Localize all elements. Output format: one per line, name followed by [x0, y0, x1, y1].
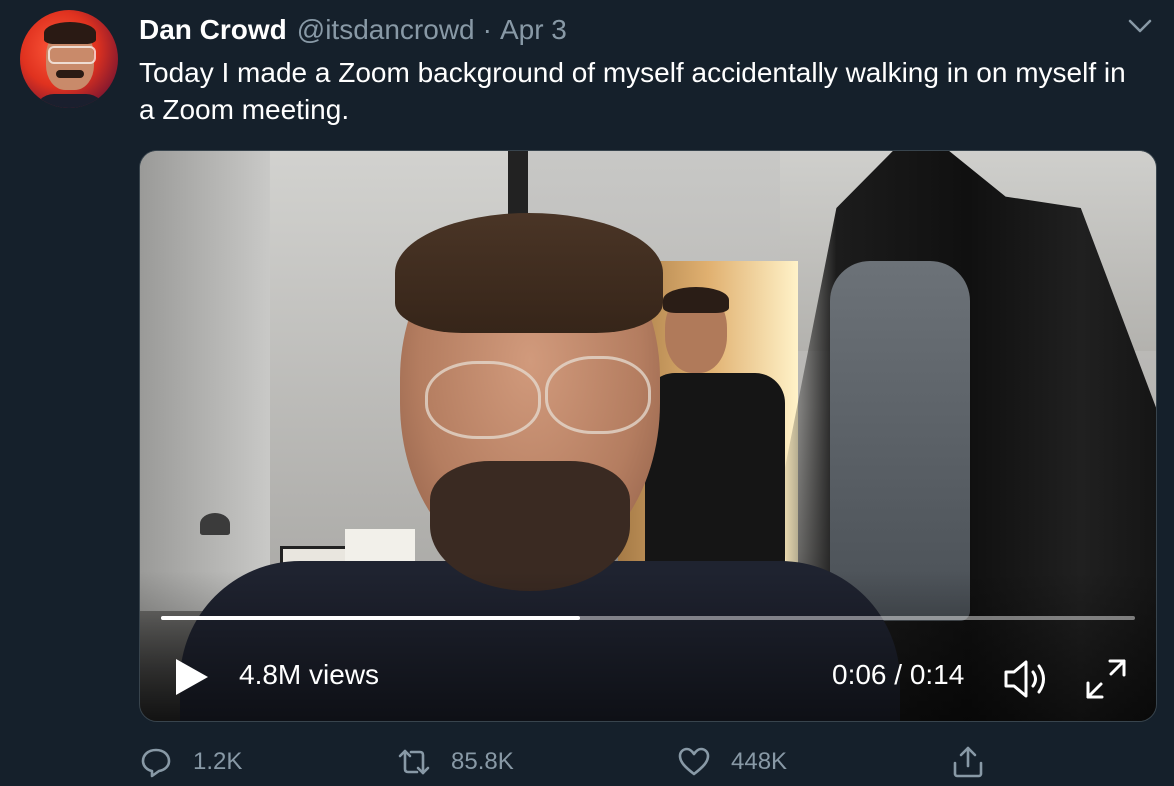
tweet: Dan Crowd @itsdancrowd · Apr 3 Today I m… [0, 0, 1174, 786]
chevron-down-icon[interactable] [1126, 14, 1154, 38]
play-icon[interactable] [174, 657, 210, 697]
tweet-header: Dan Crowd @itsdancrowd · Apr 3 [139, 12, 567, 48]
separator: · [482, 14, 492, 45]
video-player[interactable]: 4.8M views 0:06 / 0:14 [139, 150, 1157, 722]
author-handle[interactable]: @itsdancrowd [297, 14, 475, 46]
video-time: 0:06 / 0:14 [832, 659, 965, 690]
reply-count: 1.2K [193, 748, 243, 775]
view-count: 4.8M views [239, 659, 380, 690]
retweet-count: 85.8K [451, 748, 514, 775]
fullscreen-icon[interactable] [1084, 657, 1128, 701]
tweet-text: Today I made a Zoom background of myself… [139, 57, 1126, 125]
share-button[interactable] [951, 740, 1005, 784]
avatar[interactable] [20, 10, 118, 108]
volume-icon[interactable] [1002, 658, 1052, 700]
reply-icon [141, 748, 171, 778]
retweet-icon [398, 749, 430, 775]
like-button[interactable]: 448K [677, 740, 787, 784]
video-progress-bar[interactable] [161, 616, 1135, 620]
tweet-actions: 1.2K 85.8K 448K [139, 740, 1155, 784]
reply-button[interactable]: 1.2K [139, 740, 242, 784]
author-name[interactable]: Dan Crowd [139, 14, 287, 46]
share-icon [953, 746, 983, 778]
video-progress-fill [161, 616, 580, 620]
like-count: 448K [731, 748, 788, 775]
tweet-date[interactable]: Apr 3 [500, 14, 567, 46]
retweet-button[interactable]: 85.8K [397, 740, 514, 784]
heart-icon [678, 747, 710, 776]
